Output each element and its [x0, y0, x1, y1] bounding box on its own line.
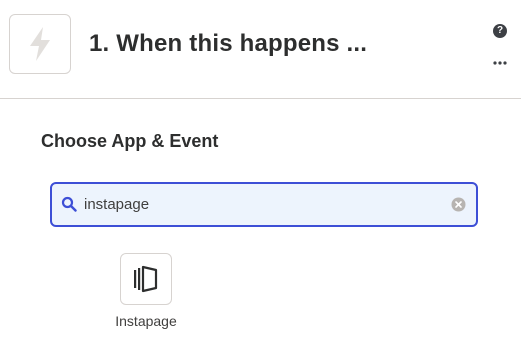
- app-search-box[interactable]: [50, 182, 478, 227]
- more-options-icon[interactable]: [490, 56, 510, 70]
- section-title: Choose App & Event: [41, 131, 219, 151]
- app-result-label: Instapage: [115, 313, 177, 329]
- clear-icon[interactable]: [451, 197, 466, 212]
- step-header: 1. When this happens ... ?: [0, 0, 521, 99]
- help-icon[interactable]: ?: [493, 24, 507, 38]
- trigger-icon-box: [9, 14, 71, 74]
- app-result-instapage[interactable]: Instapage: [104, 252, 188, 334]
- app-icon-box: [120, 253, 172, 305]
- bolt-icon: [30, 27, 50, 61]
- instapage-logo-icon: [134, 265, 158, 293]
- search-icon: [61, 196, 77, 212]
- step-title: 1. When this happens ...: [89, 30, 368, 57]
- app-search-input[interactable]: [84, 184, 444, 225]
